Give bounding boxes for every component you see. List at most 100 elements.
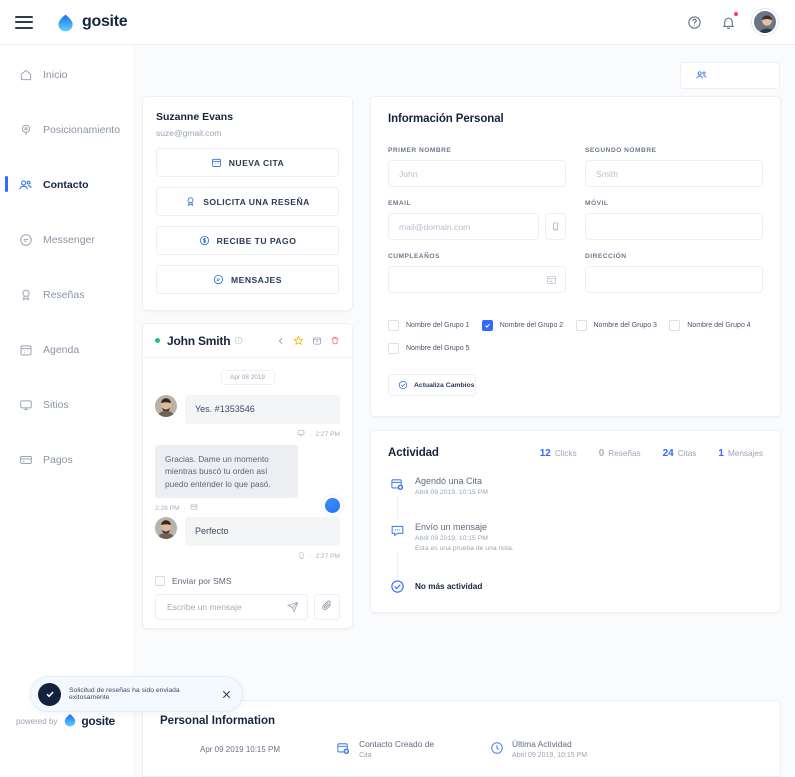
info-circle-icon[interactable] xyxy=(234,336,243,345)
brand-name: gosite xyxy=(82,13,128,30)
group-checkbox-5[interactable]: Nombre del Grupo 5 xyxy=(388,343,482,354)
chat-bubble-icon xyxy=(213,274,224,285)
attach-button[interactable] xyxy=(314,594,340,621)
message-bubble: Perfecto xyxy=(185,517,340,547)
group-label: Nombre del Grupo 4 xyxy=(687,322,751,329)
stat-value: 1 xyxy=(718,448,724,459)
sidebar-item-posicionamiento[interactable]: Posicionamiento xyxy=(0,116,133,144)
trash-icon[interactable] xyxy=(330,335,340,346)
sidebar: Inicio Posicionamiento Contacto Messenge… xyxy=(0,45,133,777)
checkbox[interactable] xyxy=(575,320,587,331)
chat-bubble-icon xyxy=(18,233,33,248)
input-wrap[interactable] xyxy=(388,213,539,240)
mensajes-button[interactable]: MENSAJES xyxy=(156,265,339,294)
personal-information-card: Información Personal PRIMER NOMBRE SEGUN… xyxy=(370,96,781,417)
recibe-pago-button[interactable]: RECIBE TU PAGO xyxy=(156,226,339,255)
checkbox[interactable] xyxy=(669,320,681,331)
movil-input[interactable] xyxy=(596,221,752,232)
button-label: SOLICITA UNA RESEÑA xyxy=(203,196,310,207)
sms-toggle-label: Enviar por SMS xyxy=(172,576,232,587)
activity-title: Actividad xyxy=(388,447,439,459)
input-wrap[interactable] xyxy=(388,266,566,293)
sidebar-item-inicio[interactable]: Inicio xyxy=(0,61,133,89)
powered-by: powered by gosite xyxy=(16,713,115,729)
input-wrap[interactable] xyxy=(585,160,763,187)
chat-contact-name: John Smith xyxy=(167,333,231,348)
cumpleanos-input[interactable] xyxy=(399,274,555,285)
timeline-timestamp: Abril 09 2019, 10:15 PM xyxy=(415,535,488,542)
bell-icon[interactable] xyxy=(718,11,739,32)
chat-header: John Smith xyxy=(143,324,352,358)
message-bubble: Yes. #1353546 xyxy=(185,395,340,425)
chat-card: John Smith Apr 08 2019 Yes. #1353546 · 2… xyxy=(142,323,353,630)
powered-by-brand: gosite xyxy=(81,714,115,728)
button-label: NUEVA CITA xyxy=(228,157,285,168)
top-bar: gosite xyxy=(0,0,795,45)
group-label: Nombre del Grupo 5 xyxy=(406,345,470,352)
solicita-resena-button[interactable]: SOLICITA UNA RESEÑA xyxy=(156,187,339,216)
bot-avatar xyxy=(325,498,340,514)
back-chevron-icon[interactable] xyxy=(277,336,285,346)
chat-message-incoming: Perfecto · 2:27 PM xyxy=(155,517,340,562)
message-input[interactable] xyxy=(167,602,287,613)
sidebar-item-resenas[interactable]: Reseñas xyxy=(0,281,133,309)
sidebar-item-contacto[interactable]: Contacto xyxy=(0,171,133,199)
activity-card: Actividad 12 Clicks 0 Reseñas 24 Citas 1… xyxy=(370,430,781,613)
sidebar-item-pagos[interactable]: Pagos xyxy=(0,446,133,474)
email-input[interactable] xyxy=(399,221,528,232)
sidebar-item-agenda[interactable]: Agenda xyxy=(0,336,133,364)
message-time: 2:27 PM xyxy=(315,553,340,561)
toast-notification: Solicitud de reseñas ha sido enviada exi… xyxy=(30,676,243,712)
check-circle-icon xyxy=(388,578,406,594)
group-checkbox-2[interactable]: Nombre del Grupo 2 xyxy=(481,320,576,331)
checkbox[interactable] xyxy=(388,343,399,354)
input-wrap[interactable] xyxy=(388,160,566,187)
send-plane-icon[interactable] xyxy=(287,601,299,613)
timeline-end: No más actividad xyxy=(388,578,763,594)
composer-input-wrap[interactable] xyxy=(155,594,308,621)
group-checkbox-3[interactable]: Nombre del Grupo 3 xyxy=(575,320,670,331)
credit-card-icon xyxy=(18,453,33,468)
contact-email: suze@gmail.com xyxy=(156,128,222,138)
hamburger-menu-icon[interactable] xyxy=(15,15,33,29)
field-label: EMAIL xyxy=(388,200,412,207)
close-x-icon[interactable] xyxy=(221,689,232,700)
nueva-cita-button[interactable]: NUEVA CITA xyxy=(156,148,339,177)
checkbox-checked[interactable] xyxy=(481,320,493,331)
brand-logo[interactable]: gosite xyxy=(56,13,128,32)
group-checkbox-4[interactable]: Nombre del Grupo 4 xyxy=(669,320,763,331)
sidebar-item-label: Inicio xyxy=(43,69,68,81)
direccion-input[interactable] xyxy=(596,274,752,285)
actualiza-cambios-button[interactable]: Actualiza Cambios xyxy=(388,374,476,396)
input-wrap[interactable] xyxy=(585,266,763,293)
segundo-nombre-input[interactable] xyxy=(596,168,752,179)
email-icon xyxy=(190,503,198,513)
calendar-icon[interactable] xyxy=(546,274,557,285)
checkbox[interactable] xyxy=(388,320,399,331)
sms-checkbox[interactable] xyxy=(155,576,165,587)
mobile-icon[interactable] xyxy=(545,213,566,240)
archive-icon[interactable] xyxy=(312,336,322,346)
sms-toggle-row[interactable]: Enviar por SMS xyxy=(155,576,340,587)
input-wrap[interactable] xyxy=(585,213,763,240)
message-meta: · 2:27 PM xyxy=(185,429,340,439)
primer-nombre-input[interactable] xyxy=(399,168,555,179)
help-circle-icon[interactable] xyxy=(684,12,704,32)
group-filter-button[interactable] xyxy=(680,62,780,89)
award-icon xyxy=(185,196,196,207)
avatar xyxy=(155,517,177,540)
user-avatar[interactable] xyxy=(752,9,778,35)
contact-summary-card: Suzanne Evans suze@gmail.com NUEVA CITA xyxy=(142,96,353,311)
calendar-icon xyxy=(18,343,33,358)
star-icon[interactable] xyxy=(293,335,304,346)
group-checkbox-1[interactable]: Nombre del Grupo 1 xyxy=(388,320,482,331)
field-label: CUMPLEAÑOS xyxy=(388,253,440,260)
sidebar-item-messenger[interactable]: Messenger xyxy=(0,226,133,254)
online-status-dot xyxy=(155,338,160,343)
timeline-timestamp: Abril 09 2019, 10:15 PM xyxy=(415,489,488,496)
sidebar-item-sitios[interactable]: Sitios xyxy=(0,391,133,419)
message-bubble: Gracias. Dame un momento mientras buscó … xyxy=(155,445,298,499)
avatar xyxy=(155,395,177,417)
sidebar-item-label: Agenda xyxy=(43,344,80,356)
field-email: EMAIL xyxy=(388,200,566,240)
